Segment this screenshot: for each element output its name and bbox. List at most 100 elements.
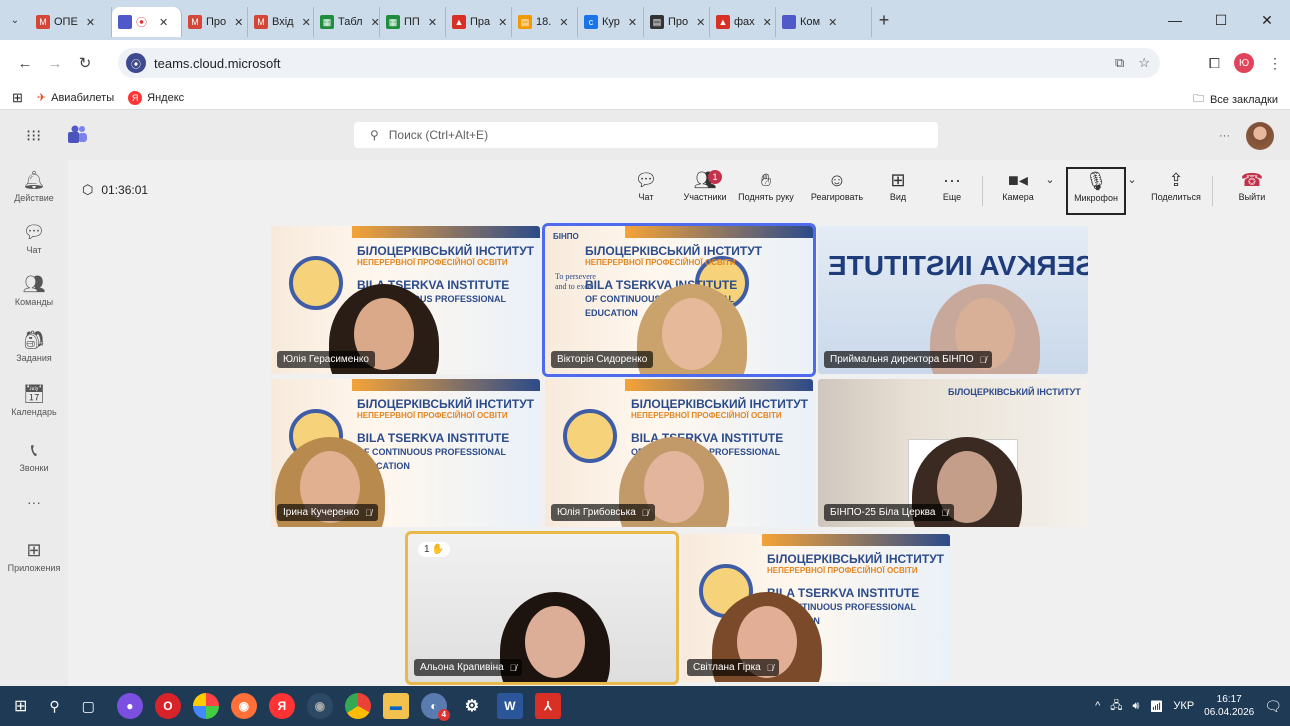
search-input[interactable]: ⚲ Поиск (Ctrl+Alt+E) [354,122,938,148]
apps-grid-icon[interactable]: ⊞ [12,90,23,106]
video-tile[interactable]: БІЛОЦЕРКІВСЬКИЙ ІНСТИТУТ НЕПЕРЕРВНОЇ ПРОФ… [271,379,540,527]
close-tab-icon[interactable]: ✕ [763,16,772,29]
back-button[interactable]: ← [10,55,40,72]
close-tab-icon[interactable]: ✕ [86,16,95,29]
opera-icon[interactable]: O [154,693,181,719]
task-view-icon[interactable]: ▢ [82,698,95,715]
new-tab-button[interactable]: + [872,10,896,31]
close-tab-icon[interactable]: ✕ [696,16,705,29]
bookmark-aviatickets[interactable]: ✈ Авиабилеты [37,91,114,105]
site-info-icon[interactable]: ⦿ [126,53,146,73]
close-tab-icon[interactable]: ✕ [498,16,507,29]
browser-tab[interactable]: M Вхід ✕ [248,7,314,37]
browser-tab[interactable]: c Кур ✕ [578,7,644,37]
participant-name: БІНПО-25 Біла Церква [830,507,936,518]
leave-label: Выйти [1238,192,1266,202]
reload-button[interactable]: ↻ [70,54,100,72]
browser-tab[interactable]: ▤ 18. ✕ [512,7,578,37]
camera-button[interactable]: ■◂ Камера [988,168,1048,202]
close-window-button[interactable]: ✕ [1244,0,1290,40]
browser-tab[interactable]: ▦ ПП ✕ [380,7,446,37]
color-app-icon[interactable] [192,693,219,719]
show-hidden-icons-icon[interactable]: ^ [1095,700,1100,712]
network-icon[interactable]: 🖧︎ [1110,697,1122,716]
install-app-icon[interactable]: ⧉ [1115,55,1124,71]
extensions-icon[interactable]: ⧠ [1209,55,1220,72]
microphone-button[interactable]: 🎙︎ Микрофон [1066,167,1126,215]
video-tile[interactable]: 1 ✋ Альона Крапивіна 🎙̸ [405,531,679,685]
volume-icon[interactable]: 🔊︎ [1133,700,1140,713]
windows-start-icon[interactable]: ⊞ [14,696,27,716]
word-icon[interactable]: W [496,693,523,719]
rail-item-more[interactable]: ··· [0,494,68,512]
bookmark-star-icon[interactable]: ☆ [1138,55,1150,71]
user-avatar[interactable] [1246,122,1274,150]
rail-item-teams[interactable]: 👥︎ Команды [0,274,68,307]
close-tab-icon[interactable]: ✕ [628,16,637,29]
taskbar-search-icon[interactable]: ⚲ [49,698,59,715]
yandex-browser-icon[interactable]: Я [268,693,295,719]
close-tab-icon[interactable]: ✕ [428,16,437,29]
wifi-icon[interactable]: 📶︎ [1149,700,1163,713]
participants-button[interactable]: 👥︎ 1 Участники [676,168,734,202]
omnibox[interactable]: ⦿ teams.cloud.microsoft ⧉ ☆ [118,48,1160,78]
rail-item-calls[interactable]: 📞︎ Звонки [0,440,68,473]
mic-options-chevron[interactable]: ⌄ [1122,168,1142,192]
browser-tab[interactable]: ▲ Пра ✕ [446,7,512,37]
browser-tab[interactable]: ⦿ ✕ [112,7,182,37]
video-tile[interactable]: БІЛОЦЕРКІВСЬКИЙ ІНСТИТУТ НЕПЕРЕРВНОЇ ПРОФ… [681,534,950,682]
all-bookmarks[interactable]: 🗀 Все закладки [1193,90,1278,109]
leave-button[interactable]: ☎ Выйти [1222,168,1282,202]
rail-item-calendar[interactable]: 📅︎ Календарь [0,384,68,417]
video-tile[interactable]: БІЛОЦЕРКІВСЬКИЙ ІНСТИТУТ НЕПЕРЕРВНОЇ ПРОФ… [271,226,540,374]
language-indicator[interactable]: УКР [1173,700,1194,712]
chrome-icon[interactable] [344,693,371,719]
chat-button[interactable]: 💬︎ Чат [616,168,676,202]
react-button[interactable]: ☺ Реагировать [804,168,870,202]
settings-more-icon[interactable]: ··· [1219,130,1230,142]
video-tile[interactable]: БІЛОЦЕРКІВСЬКИЙ ІНСТИТУТ НЕПЕРЕРВНОЇ ПРОФ… [542,223,816,377]
browser-tab[interactable]: ▦ Табл ✕ [314,7,380,37]
raise-hand-button[interactable]: ✋︎ Поднять руку [734,168,798,202]
tab-label: Ком [800,16,821,28]
browser-tab[interactable]: M ОПЕ ✕ [30,7,112,37]
view-button[interactable]: ⊞ Вид [868,168,928,202]
more-button[interactable]: ··· Еще [922,168,982,202]
minimize-button[interactable]: — [1152,0,1198,40]
profile-avatar[interactable]: Ю [1234,53,1254,73]
close-tab-icon[interactable]: ✕ [371,16,379,29]
close-tab-icon[interactable]: ✕ [828,16,837,29]
chrome-profile-icon[interactable]: ◐ 4 [420,693,450,721]
browser-menu-icon[interactable]: ⋮ [1268,55,1282,72]
close-tab-icon[interactable]: ✕ [234,16,243,29]
rail-item-assignments[interactable]: 🎒︎ Задания [0,330,68,363]
app-icon-purple[interactable]: ● [116,693,143,719]
rail-item-apps[interactable]: ⊞ Приложения [0,540,68,573]
browser-tab[interactable]: Ком ✕ [776,7,872,37]
bookmark-yandex[interactable]: Я Яндекс [128,90,184,105]
video-tile[interactable]: БІЛОЦЕРКІВСЬКИЙ ІНСТИТУТ НЕПЕРЕРВНОЇ ПРОФ… [545,379,813,527]
rail-label: Задания [16,353,52,363]
app-launcher-icon[interactable]: ⁝⁝⁝ [26,126,41,146]
rail-item-chat[interactable]: 💬︎ Чат [0,222,68,255]
close-tab-icon[interactable]: ✕ [302,16,311,29]
video-tile[interactable]: BILA TSERKVA INSTITUTE Приймальня директо… [818,226,1088,374]
clock[interactable]: 16:17 06.04.2026 [1204,693,1254,719]
forward-button[interactable]: → [40,55,70,72]
acrobat-icon[interactable]: ⅄ [534,693,561,719]
camera-options-chevron[interactable]: ⌄ [1040,168,1060,192]
firefox-icon[interactable]: ◉ [230,693,257,719]
settings-gear-icon[interactable]: ⚙ [459,693,485,719]
browser-tab[interactable]: M Про ✕ [182,7,248,37]
tab-search-button[interactable]: ⌄ [0,6,30,34]
close-tab-icon[interactable]: ✕ [159,16,168,29]
share-button[interactable]: ⇪ Поделиться [1146,168,1206,202]
close-tab-icon[interactable]: ✕ [559,16,568,29]
notification-icon[interactable]: 🗨︎ [1264,698,1282,715]
browser-tab[interactable]: ▲ фах ✕ [710,7,776,37]
eye-app-icon[interactable]: ◉ [306,693,333,719]
video-tile[interactable]: БІЛОЦЕРКІВСЬКИЙ ІНСТИТУТ БІНПО-25 Біла Це… [818,379,1088,527]
browser-tab[interactable]: ▤ Про ✕ [644,7,710,37]
file-explorer-icon[interactable]: ▬ [382,693,409,719]
maximize-button[interactable]: ☐ [1198,0,1244,40]
